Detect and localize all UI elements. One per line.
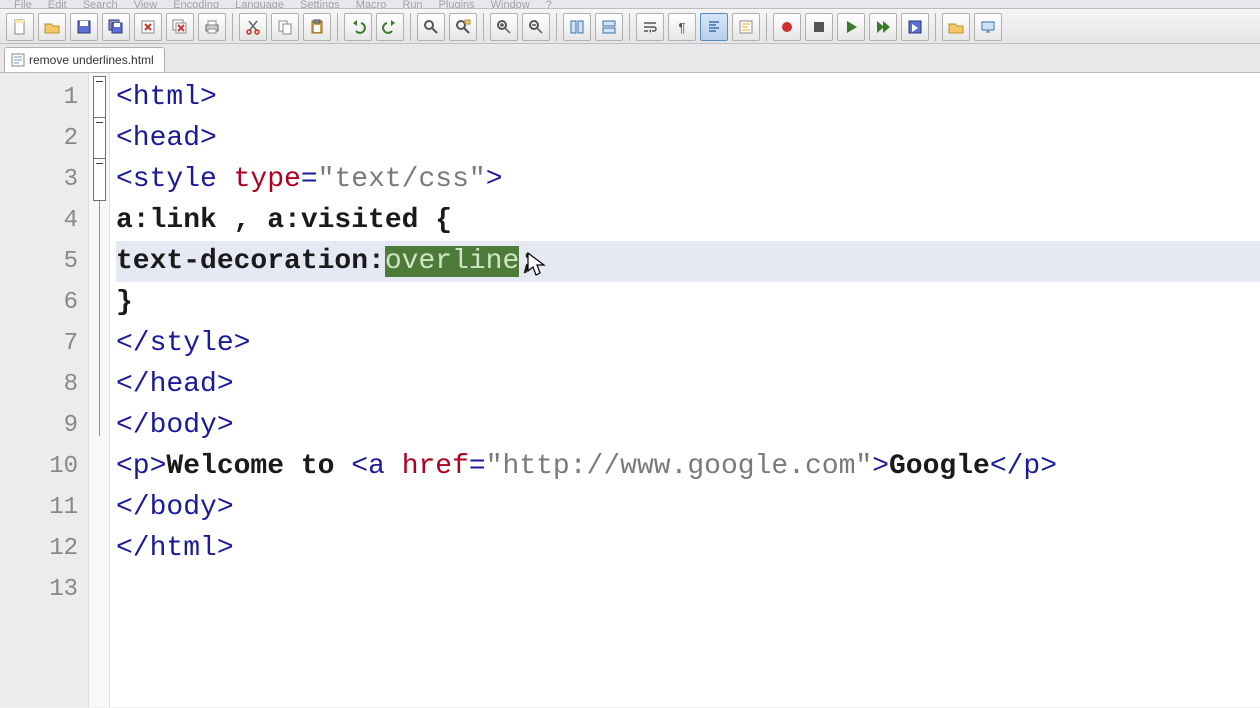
separator [410, 13, 411, 41]
fold-toggle-icon[interactable] [93, 117, 106, 160]
file-tab[interactable]: remove underlines.html [4, 47, 165, 72]
line-number: 9 [0, 405, 88, 446]
code-line-current[interactable]: text-decoration:overline; [116, 241, 1260, 282]
copy-button[interactable] [271, 13, 299, 41]
menu-item[interactable]: File [14, 2, 32, 8]
menu-item[interactable]: Window [491, 2, 530, 8]
fold-toggle-icon[interactable] [93, 76, 106, 119]
code-area[interactable]: <html> <head> <style type="text/css"> a:… [110, 73, 1260, 707]
undo-button[interactable] [344, 13, 372, 41]
file-icon [11, 53, 25, 67]
fold-guide [99, 395, 100, 436]
text-selection: overline [385, 246, 519, 277]
line-number: 5 [0, 241, 88, 282]
code-line[interactable]: <style type="text/css"> [116, 159, 1260, 200]
line-number: 6 [0, 282, 88, 323]
menu-item[interactable]: Search [83, 2, 118, 8]
fold-column [89, 73, 110, 707]
open-folder-button[interactable] [942, 13, 970, 41]
word-wrap-button[interactable] [636, 13, 664, 41]
menu-item[interactable]: Language [235, 2, 284, 8]
fold-guide [99, 282, 100, 323]
line-number-gutter: 1 2 3 4 5 6 7 8 9 10 11 12 13 [0, 73, 89, 707]
code-line[interactable]: </head> [116, 364, 1260, 405]
fold-toggle-icon[interactable] [93, 158, 106, 201]
code-line[interactable] [116, 569, 1260, 610]
line-number: 11 [0, 487, 88, 528]
monitor-button[interactable] [974, 13, 1002, 41]
save-button[interactable] [70, 13, 98, 41]
zoom-in-button[interactable] [490, 13, 518, 41]
code-line[interactable]: a:link , a:visited { [116, 200, 1260, 241]
line-number: 13 [0, 569, 88, 610]
code-line[interactable]: </body> [116, 487, 1260, 528]
menu-item[interactable]: Run [402, 2, 422, 8]
fold-guide [99, 323, 100, 364]
line-number: 7 [0, 323, 88, 364]
macro-play-button[interactable] [837, 13, 865, 41]
paste-button[interactable] [303, 13, 331, 41]
tab-label: remove underlines.html [29, 53, 154, 67]
toolbar: ¶ [0, 9, 1260, 44]
menu-item[interactable]: ? [546, 2, 552, 8]
code-line[interactable]: </body> [116, 405, 1260, 446]
sync-horizontal-button[interactable] [595, 13, 623, 41]
show-all-chars-button[interactable]: ¶ [668, 13, 696, 41]
fold-guide [99, 241, 100, 282]
menu-item[interactable]: Settings [300, 2, 340, 8]
doc-map-button[interactable] [732, 13, 760, 41]
close-all-button[interactable] [166, 13, 194, 41]
separator [766, 13, 767, 41]
line-number: 12 [0, 528, 88, 569]
separator [337, 13, 338, 41]
line-number: 1 [0, 77, 88, 118]
tab-bar: remove underlines.html [0, 44, 1260, 73]
find-button[interactable] [417, 13, 445, 41]
code-line[interactable]: <p>Welcome to <a href="http://www.google… [116, 446, 1260, 487]
separator [483, 13, 484, 41]
editor: 1 2 3 4 5 6 7 8 9 10 11 12 13 <html> <he… [0, 73, 1260, 707]
menu-item[interactable]: View [134, 2, 158, 8]
indent-guide-button[interactable] [700, 13, 728, 41]
cut-button[interactable] [239, 13, 267, 41]
menu-item[interactable]: Edit [48, 2, 67, 8]
line-number: 4 [0, 200, 88, 241]
macro-stop-button[interactable] [805, 13, 833, 41]
separator [629, 13, 630, 41]
line-number: 8 [0, 364, 88, 405]
line-number: 10 [0, 446, 88, 487]
separator [232, 13, 233, 41]
zoom-out-button[interactable] [522, 13, 550, 41]
line-number: 2 [0, 118, 88, 159]
macro-play-multi-button[interactable] [869, 13, 897, 41]
new-file-button[interactable] [6, 13, 34, 41]
sync-vertical-button[interactable] [563, 13, 591, 41]
macro-record-button[interactable] [773, 13, 801, 41]
replace-button[interactable] [449, 13, 477, 41]
code-line[interactable]: } [116, 282, 1260, 323]
close-button[interactable] [134, 13, 162, 41]
code-line[interactable]: <head> [116, 118, 1260, 159]
separator [556, 13, 557, 41]
macro-save-button[interactable] [901, 13, 929, 41]
menu-item[interactable]: Plugins [439, 2, 475, 8]
menubar: File Edit Search View Encoding Language … [0, 0, 1260, 9]
separator [935, 13, 936, 41]
line-number: 3 [0, 159, 88, 200]
code-line[interactable]: </style> [116, 323, 1260, 364]
menu-item[interactable]: Encoding [173, 2, 219, 8]
redo-button[interactable] [376, 13, 404, 41]
fold-guide [99, 200, 100, 241]
code-line[interactable]: <html> [116, 77, 1260, 118]
code-line[interactable]: </html> [116, 528, 1260, 569]
open-file-button[interactable] [38, 13, 66, 41]
menu-item[interactable]: Macro [356, 2, 387, 8]
save-all-button[interactable] [102, 13, 130, 41]
print-button[interactable] [198, 13, 226, 41]
